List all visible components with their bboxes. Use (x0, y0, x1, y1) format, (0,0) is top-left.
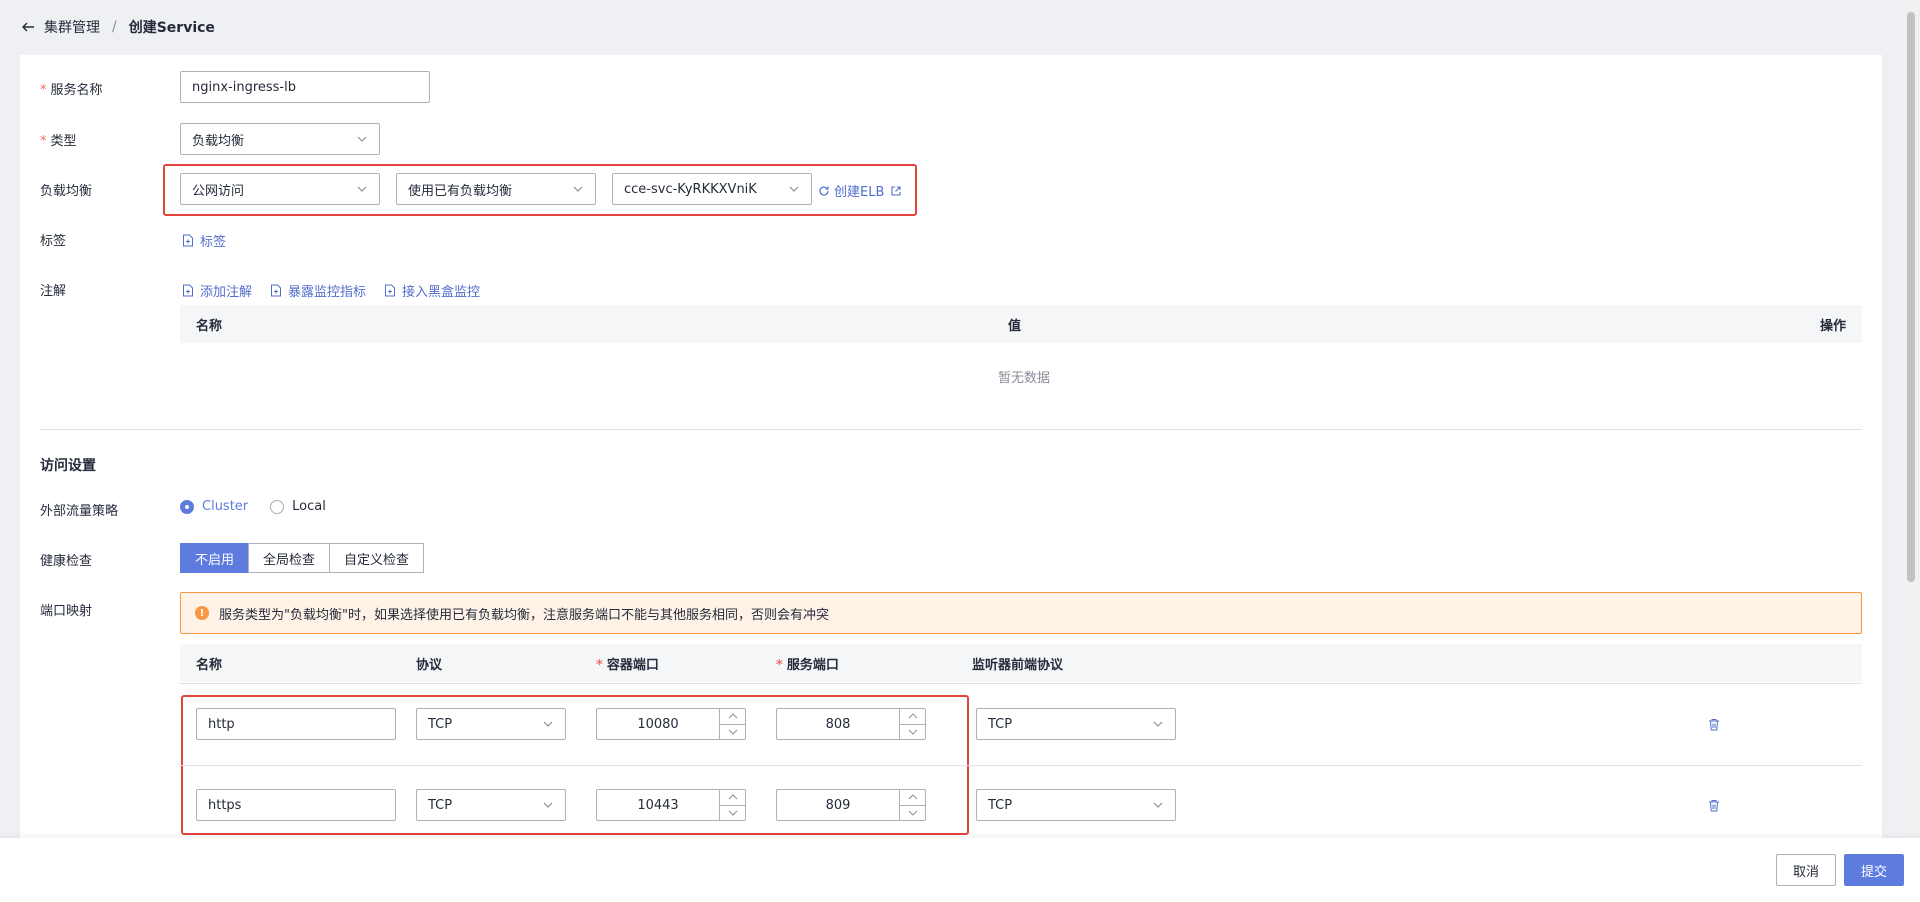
add-document-icon (385, 284, 396, 297)
column-name: 名称 (196, 318, 223, 334)
chevron-down-icon (543, 721, 553, 727)
scroll-thumb[interactable] (1907, 12, 1915, 582)
access-settings-title: 访问设置 (40, 458, 96, 474)
delete-row-icon[interactable] (1708, 718, 1720, 731)
container-port-stepper[interactable]: 10080 (596, 708, 746, 740)
cancel-button[interactable]: 取消 (1776, 854, 1837, 886)
type-select[interactable]: 负载均衡 (180, 123, 380, 155)
blackbox-monitor-link[interactable]: 接入黑盒监控 (384, 281, 480, 300)
add-document-icon (271, 284, 282, 297)
footer-bar: 取消 提交 (0, 838, 1920, 902)
load-balancer-label: 负载均衡 (40, 184, 93, 199)
port-name-input[interactable]: http (196, 708, 396, 740)
radio-cluster[interactable]: Cluster (180, 499, 248, 514)
service-port-stepper[interactable]: 809 (776, 789, 926, 821)
port-table-header: 名称 协议 * 容器端口 * 服务端口 监听器前端协议 (180, 644, 1862, 682)
decrement-icon[interactable] (720, 723, 745, 740)
refresh-icon[interactable] (818, 185, 830, 197)
service-port-stepper[interactable]: 808 (776, 708, 926, 740)
decrement-icon[interactable] (720, 804, 745, 821)
chevron-down-icon (543, 802, 553, 808)
port-mapping-label: 端口映射 (40, 604, 93, 619)
expose-metrics-link[interactable]: 暴露监控指标 (270, 281, 366, 300)
increment-icon[interactable] (720, 790, 745, 805)
chevron-down-icon (357, 186, 367, 192)
decrement-icon[interactable] (900, 723, 925, 740)
breadcrumb-parent[interactable]: 集群管理 (44, 17, 100, 37)
column-actions: 操作 (1819, 318, 1846, 334)
lb-access-select[interactable]: 公网访问 (180, 173, 380, 205)
protocol-select[interactable]: TCP (416, 789, 566, 821)
column-service-port: * 服务端口 (776, 657, 839, 673)
health-check-custom[interactable]: 自定义检查 (329, 543, 425, 573)
listener-protocol-select[interactable]: TCP (976, 789, 1176, 821)
breadcrumb: 集群管理 / 创建Service (20, 16, 215, 38)
arrow-left-icon[interactable] (20, 19, 36, 35)
page-title: 创建Service (128, 20, 215, 36)
column-value: 值 (1008, 318, 1022, 334)
chevron-down-icon (357, 136, 367, 142)
service-name-input[interactable]: nginx-ingress-lb (180, 71, 430, 103)
create-elb-link[interactable]: 创建ELB (834, 181, 902, 200)
form-card: * 服务名称 nginx-ingress-lb * 类型 负载均衡 负载均衡 公网访… (20, 55, 1882, 845)
service-name-label: * 服务名称 (40, 83, 103, 98)
type-label: * 类型 (40, 134, 77, 149)
add-tag-link[interactable]: 标签 (182, 231, 226, 250)
container-port-stepper[interactable]: 10443 (596, 789, 746, 821)
empty-state-text: 暂无数据 (998, 371, 1051, 386)
health-check-label: 健康检查 (40, 554, 93, 569)
port-name-input[interactable]: https (196, 789, 396, 821)
delete-row-icon[interactable] (1708, 799, 1720, 812)
annotations-label: 注解 (40, 284, 67, 299)
chevron-down-icon (1153, 721, 1163, 727)
increment-icon[interactable] (900, 709, 925, 724)
submit-button[interactable]: 提交 (1844, 854, 1905, 886)
warning-icon: ! (195, 606, 209, 620)
breadcrumb-separator: / (112, 19, 117, 35)
tags-label: 标签 (40, 234, 67, 249)
column-container-port: * 容器端口 (596, 657, 659, 673)
lb-mode-select[interactable]: 使用已有负载均衡 (396, 173, 596, 205)
increment-icon[interactable] (720, 709, 745, 724)
health-check-segmented: 不启用 全局检查 自定义检查 (180, 543, 425, 573)
chevron-down-icon (789, 186, 799, 192)
column-port-name: 名称 (196, 657, 223, 673)
radio-local[interactable]: Local (270, 499, 326, 514)
listener-protocol-select[interactable]: TCP (976, 708, 1176, 740)
add-document-icon (183, 234, 193, 247)
column-protocol: 协议 (416, 657, 443, 673)
chevron-down-icon (1153, 802, 1163, 808)
increment-icon[interactable] (900, 790, 925, 805)
annotations-table-header: 名称 值 操作 (180, 305, 1862, 343)
chevron-down-icon (573, 186, 583, 192)
lb-instance-select[interactable]: cce-svc-KyRKKXVniK (612, 173, 812, 205)
column-listener-protocol: 监听器前端协议 (972, 657, 1064, 673)
external-link-icon (891, 185, 901, 196)
health-check-global[interactable]: 全局检查 (248, 543, 331, 573)
section-divider (40, 429, 1862, 430)
page-scrollbar[interactable] (1904, 0, 1918, 838)
port-warning-alert: ! 服务类型为"负载均衡"时，如果选择使用已有负载均衡，注意服务端口不能与其他服… (180, 592, 1862, 634)
health-check-disabled[interactable]: 不启用 (180, 543, 250, 573)
add-document-icon (183, 284, 193, 297)
protocol-select[interactable]: TCP (416, 708, 566, 740)
traffic-policy-label: 外部流量策略 (40, 504, 119, 519)
decrement-icon[interactable] (900, 804, 925, 821)
add-annotation-link[interactable]: 添加注解 (182, 281, 252, 300)
